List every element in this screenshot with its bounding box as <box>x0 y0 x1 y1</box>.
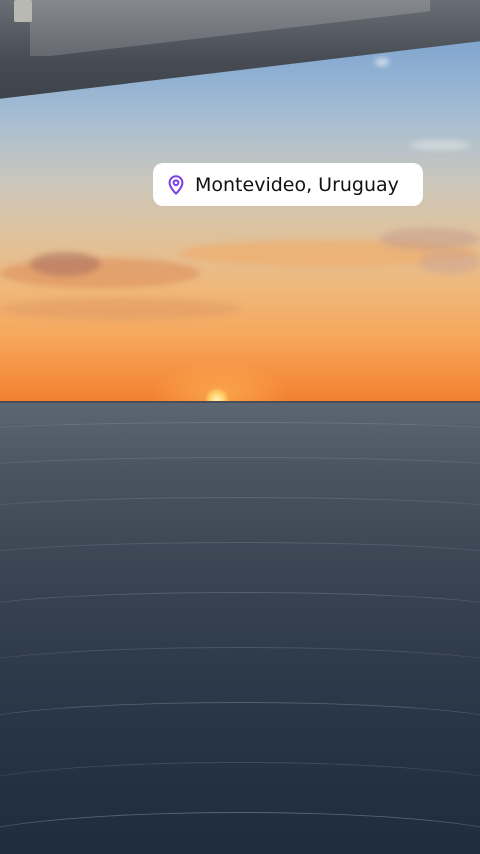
cloud <box>420 250 480 274</box>
cloud <box>0 298 240 320</box>
story-frame: Montevideo, Uruguay <box>0 0 480 854</box>
cloud <box>375 58 389 66</box>
wave <box>0 592 480 633</box>
location-sticker[interactable]: Montevideo, Uruguay <box>153 163 423 206</box>
horizon-line <box>0 401 480 403</box>
ocean <box>0 402 480 854</box>
cloud <box>30 252 100 276</box>
wave <box>0 422 480 443</box>
location-pin-icon <box>168 174 184 195</box>
wave <box>0 702 480 753</box>
overhang-fixture <box>14 0 32 22</box>
wave <box>0 497 480 528</box>
cloud <box>410 140 470 150</box>
wave <box>0 457 480 482</box>
location-label: Montevideo, Uruguay <box>195 173 399 196</box>
wave <box>0 762 480 819</box>
wave <box>0 542 480 577</box>
cloud <box>380 228 480 250</box>
wave <box>0 812 480 854</box>
wave <box>0 647 480 692</box>
